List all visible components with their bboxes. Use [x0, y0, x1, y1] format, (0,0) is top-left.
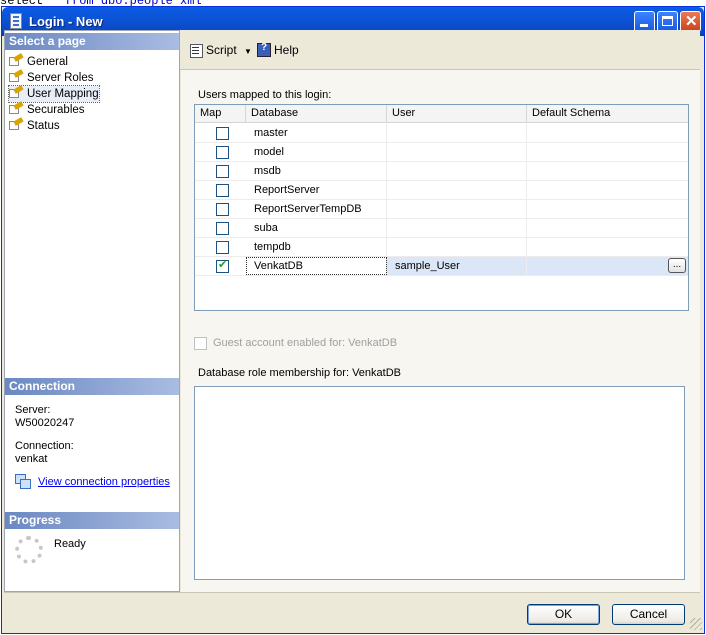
- table-row[interactable]: ReportServer: [195, 181, 688, 200]
- map-checkbox[interactable]: [216, 184, 229, 197]
- connection-header: Connection: [5, 378, 179, 395]
- user-cell[interactable]: [387, 238, 527, 256]
- map-checkbox[interactable]: [216, 222, 229, 235]
- database-cell[interactable]: ReportServer: [246, 181, 387, 199]
- table-row[interactable]: master: [195, 124, 688, 143]
- browse-schema-button[interactable]: ...: [668, 258, 686, 273]
- user-cell[interactable]: [387, 162, 527, 180]
- script-icon: [189, 43, 203, 58]
- user-mapping-grid: Map Database User Default Schema master …: [194, 104, 689, 311]
- view-connection-properties-link[interactable]: View connection properties: [38, 476, 170, 488]
- dropdown-arrow-icon[interactable]: ▼: [244, 47, 252, 56]
- progress-status: Ready: [54, 538, 86, 550]
- database-cell[interactable]: tempdb: [246, 238, 387, 256]
- document-icon: [10, 13, 22, 29]
- database-cell[interactable]: master: [246, 124, 387, 142]
- grid-header: Map Database User Default Schema: [195, 105, 688, 123]
- user-cell[interactable]: [387, 181, 527, 199]
- guest-account-checkbox[interactable]: [194, 337, 207, 350]
- map-checkbox[interactable]: [216, 241, 229, 254]
- ok-button[interactable]: OK: [527, 604, 600, 625]
- maximize-button[interactable]: [657, 11, 678, 32]
- database-cell[interactable]: model: [246, 143, 387, 161]
- page-item-server-roles[interactable]: Server Roles: [9, 70, 93, 86]
- script-button[interactable]: Script ▼: [189, 43, 252, 58]
- database-cell[interactable]: ReportServerTempDB: [246, 200, 387, 218]
- server-label: Server:: [15, 404, 51, 416]
- table-row[interactable]: ReportServerTempDB: [195, 200, 688, 219]
- help-button[interactable]: Help: [257, 42, 299, 57]
- table-row[interactable]: tempdb: [195, 238, 688, 257]
- role-membership-list[interactable]: [194, 386, 685, 580]
- page-icon: [9, 103, 23, 115]
- toolbar: Script ▼ Help: [180, 30, 700, 70]
- select-page-header: Select a page: [5, 33, 179, 50]
- help-icon: [257, 42, 271, 57]
- table-row-selected[interactable]: VenkatDB sample_User: [195, 257, 688, 276]
- table-row[interactable]: suba: [195, 219, 688, 238]
- user-cell[interactable]: [387, 143, 527, 161]
- table-row[interactable]: msdb: [195, 162, 688, 181]
- users-mapped-label: Users mapped to this login:: [198, 89, 332, 101]
- connection-properties-icon: [15, 474, 31, 489]
- user-cell[interactable]: sample_User: [387, 257, 527, 275]
- cancel-button[interactable]: Cancel: [612, 604, 685, 625]
- page-item-securables[interactable]: Securables: [9, 102, 85, 118]
- map-checkbox[interactable]: [216, 203, 229, 216]
- page-item-status[interactable]: Status: [9, 118, 60, 134]
- column-header-default-schema[interactable]: Default Schema: [527, 105, 688, 122]
- default-schema-cell[interactable]: [527, 257, 688, 275]
- connection-value: venkat: [15, 453, 48, 465]
- column-header-map[interactable]: Map: [195, 105, 246, 122]
- database-cell[interactable]: VenkatDB: [246, 257, 387, 275]
- page-icon: [9, 87, 23, 99]
- map-checkbox[interactable]: [216, 127, 229, 140]
- window-title: Login - New: [29, 14, 103, 29]
- column-header-user[interactable]: User: [387, 105, 527, 122]
- database-cell[interactable]: msdb: [246, 162, 387, 180]
- column-header-database[interactable]: Database: [246, 105, 387, 122]
- page-icon: [9, 55, 23, 67]
- page-item-general[interactable]: General: [9, 54, 68, 70]
- map-checkbox[interactable]: [216, 165, 229, 178]
- left-pane: Select a page General Server Roles User …: [4, 30, 180, 592]
- map-checkbox[interactable]: [216, 146, 229, 159]
- database-cell[interactable]: suba: [246, 219, 387, 237]
- connection-label: Connection:: [15, 440, 74, 452]
- close-icon: ✕: [685, 13, 698, 30]
- guest-account-label: Guest account enabled for: VenkatDB: [213, 337, 398, 349]
- resize-grip-icon[interactable]: [690, 618, 702, 630]
- page-item-user-mapping[interactable]: User Mapping: [8, 85, 100, 103]
- page-icon: [9, 119, 23, 131]
- progress-header: Progress: [5, 512, 179, 529]
- map-checkbox-checked[interactable]: [216, 258, 229, 273]
- table-row[interactable]: model: [195, 143, 688, 162]
- progress-spinner-icon: [15, 536, 43, 564]
- close-button[interactable]: ✕: [680, 11, 701, 32]
- role-membership-label: Database role membership for: VenkatDB: [198, 367, 401, 379]
- user-cell[interactable]: [387, 200, 527, 218]
- minimize-button[interactable]: [634, 11, 655, 32]
- page-icon: [9, 71, 23, 83]
- user-cell[interactable]: [387, 219, 527, 237]
- server-value: W50020247: [15, 417, 75, 429]
- user-cell[interactable]: [387, 124, 527, 142]
